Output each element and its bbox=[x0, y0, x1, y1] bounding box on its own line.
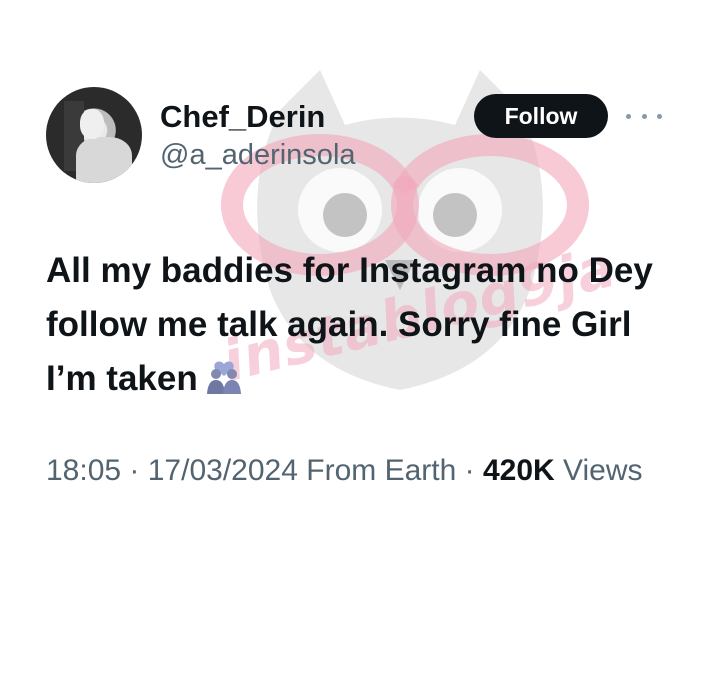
display-name[interactable]: Chef_Derin bbox=[160, 99, 325, 135]
avatar-head bbox=[80, 109, 104, 139]
avatar[interactable] bbox=[46, 87, 142, 183]
tweet-time[interactable]: 18:05 bbox=[46, 454, 121, 487]
tweet-meta: 18:05 · 17/03/2024 From Earth · 420K Vie… bbox=[46, 448, 666, 494]
tweet-text: All my baddies for Instagram no Dey foll… bbox=[46, 244, 666, 406]
tweet-header: Chef_Derin @a_aderinsola Follow bbox=[46, 87, 676, 187]
more-horizontal-icon[interactable] bbox=[626, 101, 662, 131]
views-label: Views bbox=[563, 454, 643, 487]
meta-separator: · bbox=[456, 454, 483, 487]
more-dot bbox=[626, 113, 631, 119]
user-handle[interactable]: @a_aderinsola bbox=[160, 139, 356, 172]
more-dot bbox=[657, 113, 662, 119]
views-count: 420K bbox=[482, 454, 555, 487]
tweet-date[interactable]: 17/03/2024 bbox=[148, 454, 298, 487]
meta-separator: · bbox=[121, 454, 148, 487]
follow-button[interactable]: Follow bbox=[474, 94, 608, 138]
avatar-shoulders bbox=[76, 137, 132, 183]
couple-with-heart-icon bbox=[206, 361, 241, 394]
more-dot bbox=[641, 113, 647, 119]
tweet-source: From Earth bbox=[306, 454, 457, 487]
tweet-body: All my baddies for Instagram no Dey foll… bbox=[46, 251, 653, 398]
